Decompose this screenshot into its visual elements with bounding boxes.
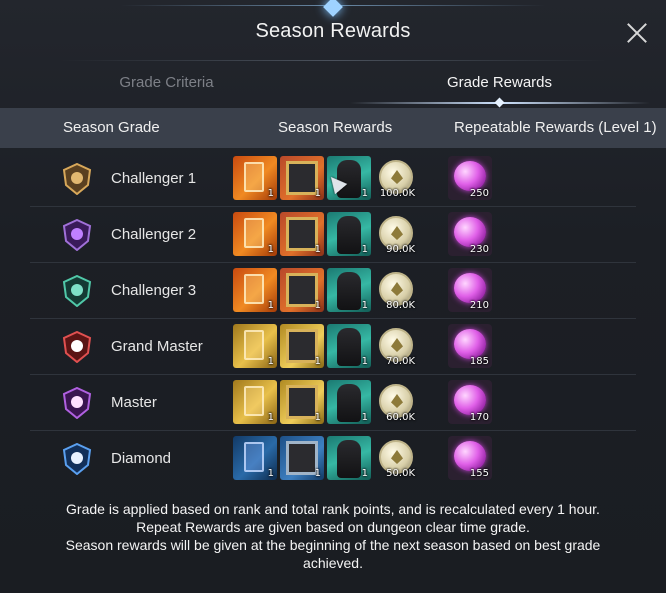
reward-frame-item[interactable]: 1: [280, 324, 324, 368]
table-row: Diamond 1 1 1 50.0K 155: [30, 431, 636, 487]
footer-line-4: achieved.: [303, 555, 363, 571]
reward-frame-item[interactable]: 1: [280, 212, 324, 256]
grade-name: Challenger 3: [111, 282, 197, 299]
reward-frame-item[interactable]: 1: [280, 436, 324, 480]
footer-line-2: Repeat Rewards are given based on dungeo…: [136, 519, 530, 535]
ornament-gem-icon: [323, 0, 343, 17]
rewards-table: Challenger 1 1 1 1 100.0K 250 Challenger…: [30, 151, 636, 487]
footer-notes: Grade is applied based on rank and total…: [0, 500, 666, 572]
reward-ticket-item[interactable]: 1: [233, 156, 277, 200]
grade-name: Master: [111, 394, 157, 411]
challenger-badge-icon: [62, 219, 92, 251]
grade-name: Challenger 1: [111, 170, 197, 187]
table-header: Season Grade Season Rewards Repeatable R…: [0, 108, 666, 148]
reward-gold-coin-item[interactable]: 100.0K: [374, 156, 418, 200]
reward-ticket-item[interactable]: 1: [233, 324, 277, 368]
reward-armor-item[interactable]: 1: [327, 436, 371, 480]
active-tab-underline: [350, 97, 650, 108]
season-rewards-panel: Season Rewards Grade Criteria Grade Rewa…: [0, 0, 666, 593]
challenger-badge-icon: [62, 163, 92, 195]
grade-name: Diamond: [111, 450, 172, 467]
close-icon[interactable]: [624, 20, 650, 46]
reward-armor-item[interactable]: 1: [327, 324, 371, 368]
tab-grade-criteria[interactable]: Grade Criteria: [0, 74, 333, 91]
table-row: Challenger 1 1 1 1 100.0K 250: [30, 151, 636, 207]
reward-ticket-item[interactable]: 1: [233, 268, 277, 312]
diamond-badge-icon: [62, 443, 92, 475]
reward-frame-item[interactable]: 1: [280, 380, 324, 424]
reward-armor-item[interactable]: 1: [327, 212, 371, 256]
reward-armor-item[interactable]: 1: [327, 380, 371, 424]
footer-line-1: Grade is applied based on rank and total…: [66, 501, 600, 517]
repeatable-orb-item[interactable]: 250: [448, 156, 492, 200]
table-row: Challenger 2 1 1 1 90.0K 230: [30, 207, 636, 263]
reward-gold-coin-item[interactable]: 50.0K: [374, 436, 418, 480]
reward-armor-item[interactable]: 1: [327, 268, 371, 312]
top-ornament: [0, 0, 666, 17]
table-row: Challenger 3 1 1 1 80.0K 210: [30, 263, 636, 319]
header-repeatable-rewards: Repeatable Rewards (Level 1): [454, 119, 657, 136]
header-season-rewards: Season Rewards: [278, 119, 393, 136]
reward-gold-coin-item[interactable]: 60.0K: [374, 380, 418, 424]
reward-ticket-item[interactable]: 1: [233, 380, 277, 424]
reward-gold-coin-item[interactable]: 80.0K: [374, 268, 418, 312]
title-divider: [60, 60, 606, 61]
repeatable-orb-item[interactable]: 170: [448, 380, 492, 424]
grade-name: Grand Master: [111, 338, 203, 355]
reward-ticket-item[interactable]: 1: [233, 436, 277, 480]
tab-bar: Grade Criteria Grade Rewards: [0, 74, 666, 108]
panel-title: Season Rewards: [255, 20, 411, 42]
challenger-badge-icon: [62, 275, 92, 307]
repeatable-orb-item[interactable]: 210: [448, 268, 492, 312]
reward-frame-item[interactable]: 1: [280, 156, 324, 200]
grand-master-badge-icon: [62, 331, 92, 363]
table-row: Master 1 1 1 60.0K 170: [30, 375, 636, 431]
underline-dot-icon: [494, 97, 505, 108]
grade-name: Challenger 2: [111, 226, 197, 243]
tab-grade-rewards[interactable]: Grade Rewards: [333, 74, 666, 91]
footer-line-3: Season rewards will be given at the begi…: [65, 537, 601, 553]
master-badge-icon: [62, 387, 92, 419]
reward-gold-coin-item[interactable]: 90.0K: [374, 212, 418, 256]
repeatable-orb-item[interactable]: 185: [448, 324, 492, 368]
repeatable-orb-item[interactable]: 155: [448, 436, 492, 480]
reward-frame-item[interactable]: 1: [280, 268, 324, 312]
repeatable-orb-item[interactable]: 230: [448, 212, 492, 256]
reward-ticket-item[interactable]: 1: [233, 212, 277, 256]
reward-gold-coin-item[interactable]: 70.0K: [374, 324, 418, 368]
table-row: Grand Master 1 1 1 70.0K 185: [30, 319, 636, 375]
header-season-grade: Season Grade: [63, 119, 160, 136]
